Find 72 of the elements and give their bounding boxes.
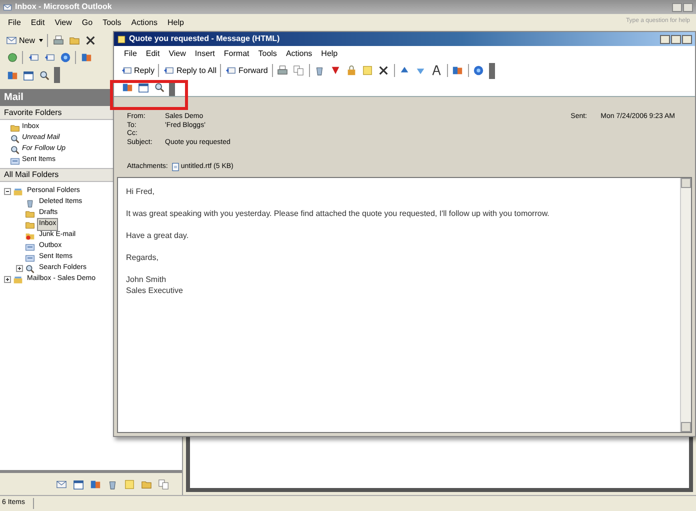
menu-item[interactable]: File [8,17,21,29]
font-icon[interactable] [431,65,442,76]
calendar-icon[interactable] [72,478,84,490]
menu-item[interactable]: View [168,48,186,60]
maximize-button[interactable] [671,34,681,44]
lock-icon[interactable] [346,65,358,76]
restore-button[interactable] [683,2,693,12]
menu-item[interactable]: Go [82,17,93,29]
magnifier-icon [25,264,35,274]
expand-toggle[interactable] [16,265,23,272]
magnifier-icon [10,134,20,144]
body-text: Regards, [126,252,160,263]
toolbar-button[interactable]: Reply [119,63,156,78]
printer-icon[interactable] [277,65,288,76]
toolbar-button[interactable]: Forward [223,63,270,78]
menu-item[interactable]: Actions [286,48,312,60]
menu-item[interactable]: View [54,17,72,29]
folder-stack-icon [13,186,23,196]
menu-item[interactable]: Actions [131,17,158,29]
menu-item[interactable]: Tools [102,17,122,29]
calendar-icon[interactable] [22,70,34,80]
new-button[interactable]: New [4,33,46,48]
folder-icon[interactable] [68,35,80,46]
expand-toggle[interactable] [4,276,11,283]
attachment-file-icon [170,162,180,172]
copy-icon[interactable] [158,478,168,490]
recycle-bin-icon[interactable] [314,65,326,76]
magnifier-icon[interactable] [154,82,164,93]
caret-icon [39,39,44,42]
window-title: Inbox - Microsoft Outlook [15,1,112,13]
menu-item[interactable]: Format [224,48,250,60]
calendar-icon[interactable] [138,82,148,93]
delete-icon[interactable] [378,65,390,76]
close-button[interactable] [682,34,692,44]
menu-item[interactable]: Edit [146,48,160,60]
menu-item[interactable]: File [124,48,137,60]
tray-icon [10,156,20,166]
copy-icon[interactable] [293,65,304,76]
body-text: It was great speaking with you yesterday. Please find attached the quote you requested, I'll follow up with you tomorrow. [126,208,550,219]
envelope-icon [6,35,17,46]
toolbar-overflow-handle[interactable] [488,62,495,78]
flag-icon[interactable] [330,65,342,76]
tray-icon [25,242,35,252]
body-text: Have a great day. [126,230,190,241]
window-title: Quote you requested - Message (HTML) [129,33,280,45]
junk-folder-icon [25,230,35,240]
note-icon [117,34,126,44]
minimize-button[interactable] [660,34,670,44]
menu-item[interactable]: Edit [30,17,45,29]
envelope-icon[interactable] [56,478,66,490]
menu-item[interactable]: Insert [194,48,215,60]
folder-stack-icon [13,274,23,284]
printer-icon[interactable] [52,35,64,46]
body-text: Hi Fred, [126,186,156,197]
collapse-toggle[interactable] [4,188,11,195]
menu-item[interactable]: Help [167,17,184,29]
folder-icon [10,122,20,132]
menu-item[interactable]: Help [321,48,338,60]
menu-item[interactable]: Tools [258,48,277,60]
toolbar-overflow-handle[interactable] [54,67,60,83]
envelope-icon [3,2,12,12]
toolbar-button[interactable]: Reply to All [161,63,218,78]
recycle-bin-icon[interactable] [106,478,118,490]
minimize-button[interactable] [672,2,682,12]
recycle-bin-icon [25,198,35,208]
body-text: John Smith [126,274,168,285]
tray-icon [25,252,35,262]
delete-icon[interactable] [84,35,96,46]
folder-icon[interactable] [140,478,152,490]
magnifier-icon[interactable] [38,70,50,80]
magnifier-icon [10,144,20,154]
body-text: Sales Executive [126,285,184,296]
